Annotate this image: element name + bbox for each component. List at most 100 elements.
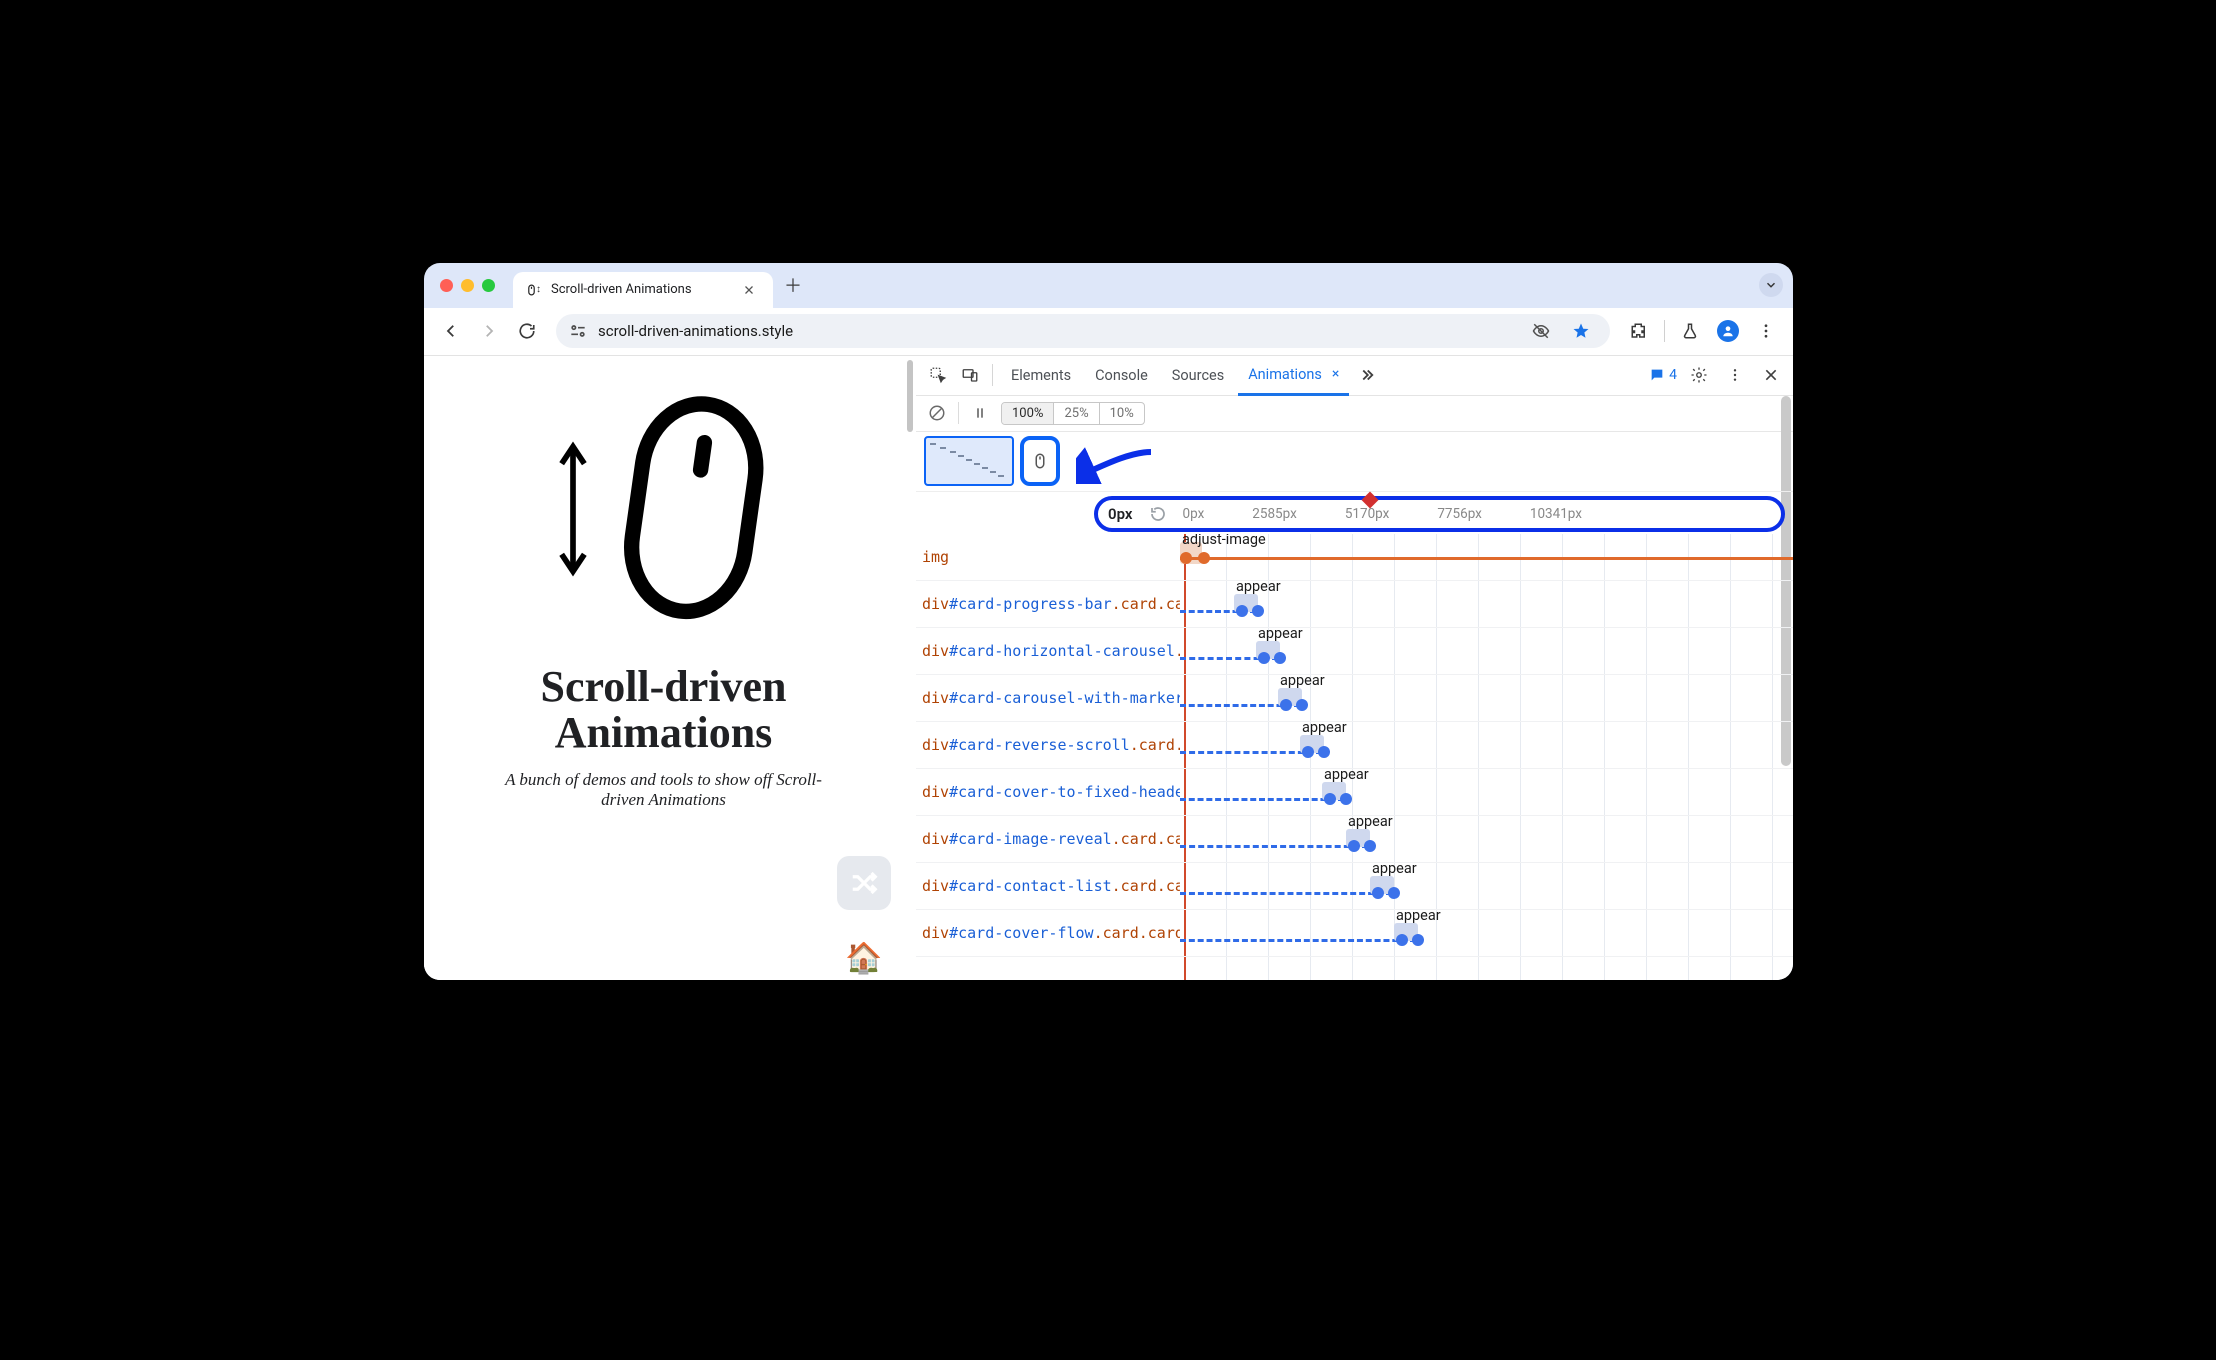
- settings-gear-icon[interactable]: [1685, 361, 1713, 389]
- animation-row-track[interactable]: appear: [1180, 675, 1793, 721]
- animation-row[interactable]: div#card-progress-bar.card.ca appear: [916, 581, 1793, 628]
- close-panel-tab-button[interactable]: ×: [1332, 366, 1339, 382]
- animation-groups-strip: [916, 432, 1793, 492]
- replay-icon[interactable]: [1147, 503, 1169, 525]
- inspect-icon[interactable]: [924, 361, 952, 389]
- avatar-icon: [1717, 320, 1739, 342]
- devtools-tab-bar: Elements Console Sources Animations × 4: [916, 356, 1793, 396]
- browser-toolbar: scroll-driven-animations.style: [424, 308, 1793, 356]
- home-button[interactable]: 🏠: [837, 932, 891, 980]
- animation-row-selector: div#card-progress-bar.card.ca: [916, 595, 1180, 613]
- toolbar-separator: [1664, 320, 1665, 342]
- animation-name: appear: [1396, 907, 1441, 924]
- content-area: Scroll-drivenAnimations A bunch of demos…: [424, 356, 1793, 980]
- animation-row-track[interactable]: appear: [1180, 628, 1793, 674]
- animation-row-track[interactable]: adjust-image: [1180, 534, 1793, 580]
- tabs-dropdown-button[interactable]: [1759, 273, 1783, 297]
- scroll-driven-badge-icon[interactable]: [1020, 436, 1060, 486]
- new-tab-button[interactable]: ＋: [781, 273, 805, 297]
- devtools-panel: Elements Console Sources Animations × 4: [916, 356, 1793, 980]
- tab-strip: ↕ Scroll-driven Animations ＋: [424, 263, 1793, 308]
- animation-row-track[interactable]: appear: [1180, 910, 1793, 956]
- animation-row[interactable]: div#card-image-reveal.card.caappear: [916, 816, 1793, 863]
- labs-icon[interactable]: [1673, 314, 1707, 348]
- animation-name: appear: [1236, 578, 1281, 595]
- mouse-icon: [612, 394, 772, 624]
- tab-sources[interactable]: Sources: [1162, 355, 1234, 395]
- playback-speed-group: 100% 25% 10%: [1001, 402, 1145, 425]
- animation-row[interactable]: div#card-horizontal-carousel.appear: [916, 628, 1793, 675]
- animation-row-track[interactable]: appear: [1180, 722, 1793, 768]
- animation-row-track[interactable]: appear: [1180, 863, 1793, 909]
- animation-row-track[interactable]: appear: [1180, 769, 1793, 815]
- animation-row-selector: div#card-cover-flow.card.card: [916, 924, 1180, 942]
- page-subtitle: A bunch of demos and tools to show off S…: [484, 770, 844, 810]
- eye-off-icon[interactable]: [1524, 314, 1558, 348]
- close-devtools-button[interactable]: [1757, 361, 1785, 389]
- back-button[interactable]: [434, 314, 468, 348]
- close-tab-button[interactable]: [737, 278, 761, 302]
- favicon-mouse-icon: ↕: [525, 282, 541, 298]
- tick: 2585px: [1252, 506, 1297, 522]
- fullscreen-window-button[interactable]: [482, 279, 495, 292]
- browser-tab[interactable]: ↕ Scroll-driven Animations: [513, 272, 773, 308]
- animation-row-selector: div#card-reverse-scroll.card.: [916, 736, 1180, 754]
- tab-animations-label: Animations: [1248, 366, 1322, 383]
- animation-row[interactable]: div#card-carousel-with-marker appear: [916, 675, 1793, 722]
- animation-rows: imgadjust-imagediv#card-progress-bar.car…: [916, 534, 1793, 980]
- tick: 10341px: [1530, 506, 1582, 522]
- animation-row-selector: div#card-carousel-with-marker: [916, 689, 1180, 707]
- animation-row[interactable]: div#card-reverse-scroll.card. appear: [916, 722, 1793, 769]
- speed-10[interactable]: 10%: [1100, 403, 1144, 424]
- site-settings-icon[interactable]: [568, 321, 588, 341]
- timeline-current-position: 0px: [1108, 505, 1133, 523]
- shuffle-button[interactable]: [837, 856, 891, 910]
- bookmark-star-icon[interactable]: [1564, 314, 1598, 348]
- device-toggle-icon[interactable]: [956, 361, 984, 389]
- page-title: Scroll-drivenAnimations: [540, 664, 786, 756]
- animation-name: appear: [1302, 719, 1347, 736]
- messages-count: 4: [1669, 367, 1677, 383]
- animation-group-thumb[interactable]: [924, 436, 1014, 486]
- animation-row-selector: img: [916, 548, 1180, 566]
- animation-name: appear: [1280, 672, 1325, 689]
- speed-100[interactable]: 100%: [1002, 403, 1054, 424]
- animations-toolbar: 100% 25% 10%: [916, 396, 1793, 432]
- page-action-badges: 🏠 i: [837, 856, 891, 980]
- tab-animations[interactable]: Animations ×: [1238, 356, 1349, 396]
- timeline-ruler: 0px 0px 2585px 5170px 7756px 10341px: [916, 492, 1793, 534]
- reload-button[interactable]: [510, 314, 544, 348]
- tick: 0px: [1183, 506, 1205, 522]
- updown-arrow-icon: [556, 434, 590, 584]
- animation-name: appear: [1348, 813, 1393, 830]
- tab-elements[interactable]: Elements: [1001, 355, 1081, 395]
- animation-name: appear: [1258, 625, 1303, 642]
- forward-button[interactable]: [472, 314, 506, 348]
- profile-button[interactable]: [1711, 314, 1745, 348]
- more-tabs-icon[interactable]: [1353, 361, 1381, 389]
- speed-25[interactable]: 25%: [1054, 403, 1099, 424]
- extensions-icon[interactable]: [1622, 314, 1656, 348]
- clear-animations-button[interactable]: [924, 400, 950, 426]
- animation-name: adjust-image: [1182, 534, 1266, 548]
- minimize-window-button[interactable]: [461, 279, 474, 292]
- playhead-marker[interactable]: [1364, 494, 1376, 506]
- tab-title: Scroll-driven Animations: [551, 282, 727, 297]
- animation-row[interactable]: div#card-contact-list.card.caappear: [916, 863, 1793, 910]
- address-bar[interactable]: scroll-driven-animations.style: [556, 314, 1610, 348]
- animation-row-track[interactable]: appear: [1180, 816, 1793, 862]
- animation-row-selector: div#card-contact-list.card.ca: [916, 877, 1180, 895]
- animation-row-track[interactable]: appear: [1180, 581, 1793, 627]
- animation-name: appear: [1324, 766, 1369, 783]
- animation-row[interactable]: imgadjust-image: [916, 534, 1793, 581]
- pane-splitter[interactable]: [904, 356, 916, 980]
- close-window-button[interactable]: [440, 279, 453, 292]
- tab-console[interactable]: Console: [1085, 355, 1158, 395]
- rendered-page[interactable]: Scroll-drivenAnimations A bunch of demos…: [424, 356, 904, 980]
- kebab-menu-button[interactable]: [1749, 314, 1783, 348]
- devtools-kebab-icon[interactable]: [1721, 361, 1749, 389]
- pause-animations-button[interactable]: [967, 400, 993, 426]
- animation-row[interactable]: div#card-cover-to-fixed-headeappear: [916, 769, 1793, 816]
- animation-row[interactable]: div#card-cover-flow.card.card appear: [916, 910, 1793, 957]
- messages-badge[interactable]: 4: [1649, 367, 1677, 383]
